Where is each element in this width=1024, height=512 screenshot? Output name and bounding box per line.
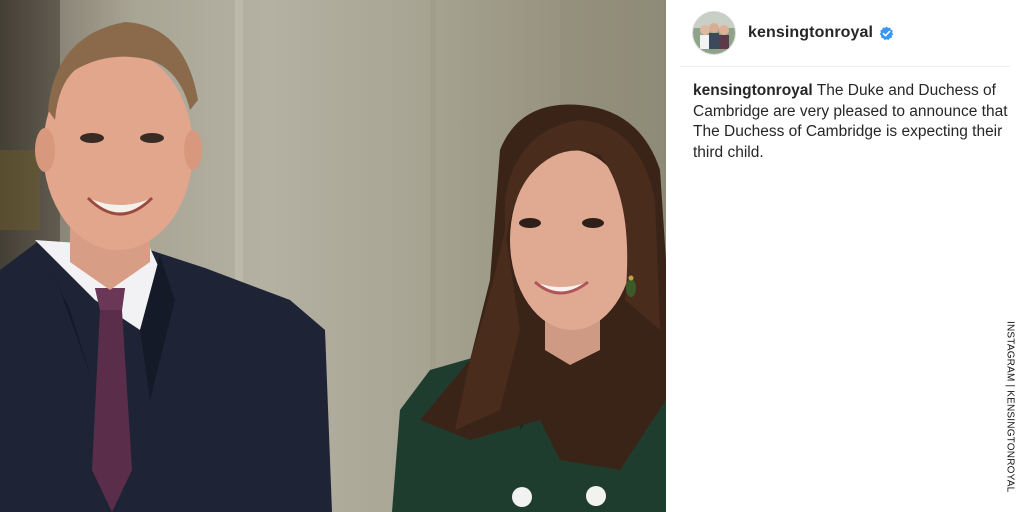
post-photo: [0, 0, 666, 512]
caption-username[interactable]: kensingtonroyal: [693, 82, 813, 99]
profile-avatar[interactable]: [692, 11, 736, 55]
couple-photo-illustration: [0, 0, 666, 512]
post-caption: kensingtonroyal The Duke and Duchess of …: [693, 81, 1011, 163]
post-header: kensingtonroyal: [692, 0, 1012, 66]
post-username[interactable]: kensingtonroyal: [748, 24, 873, 42]
post-sidebar: kensingtonroyal kensingtonroyal The Duke…: [666, 0, 1024, 512]
header-divider: [680, 66, 1010, 67]
photo-credit-text: INSTAGRAM | KENSINGTONROYAL: [1004, 321, 1016, 493]
verified-badge-icon: [879, 26, 894, 41]
photo-credit: INSTAGRAM | KENSINGTONROYAL: [1002, 318, 1018, 496]
